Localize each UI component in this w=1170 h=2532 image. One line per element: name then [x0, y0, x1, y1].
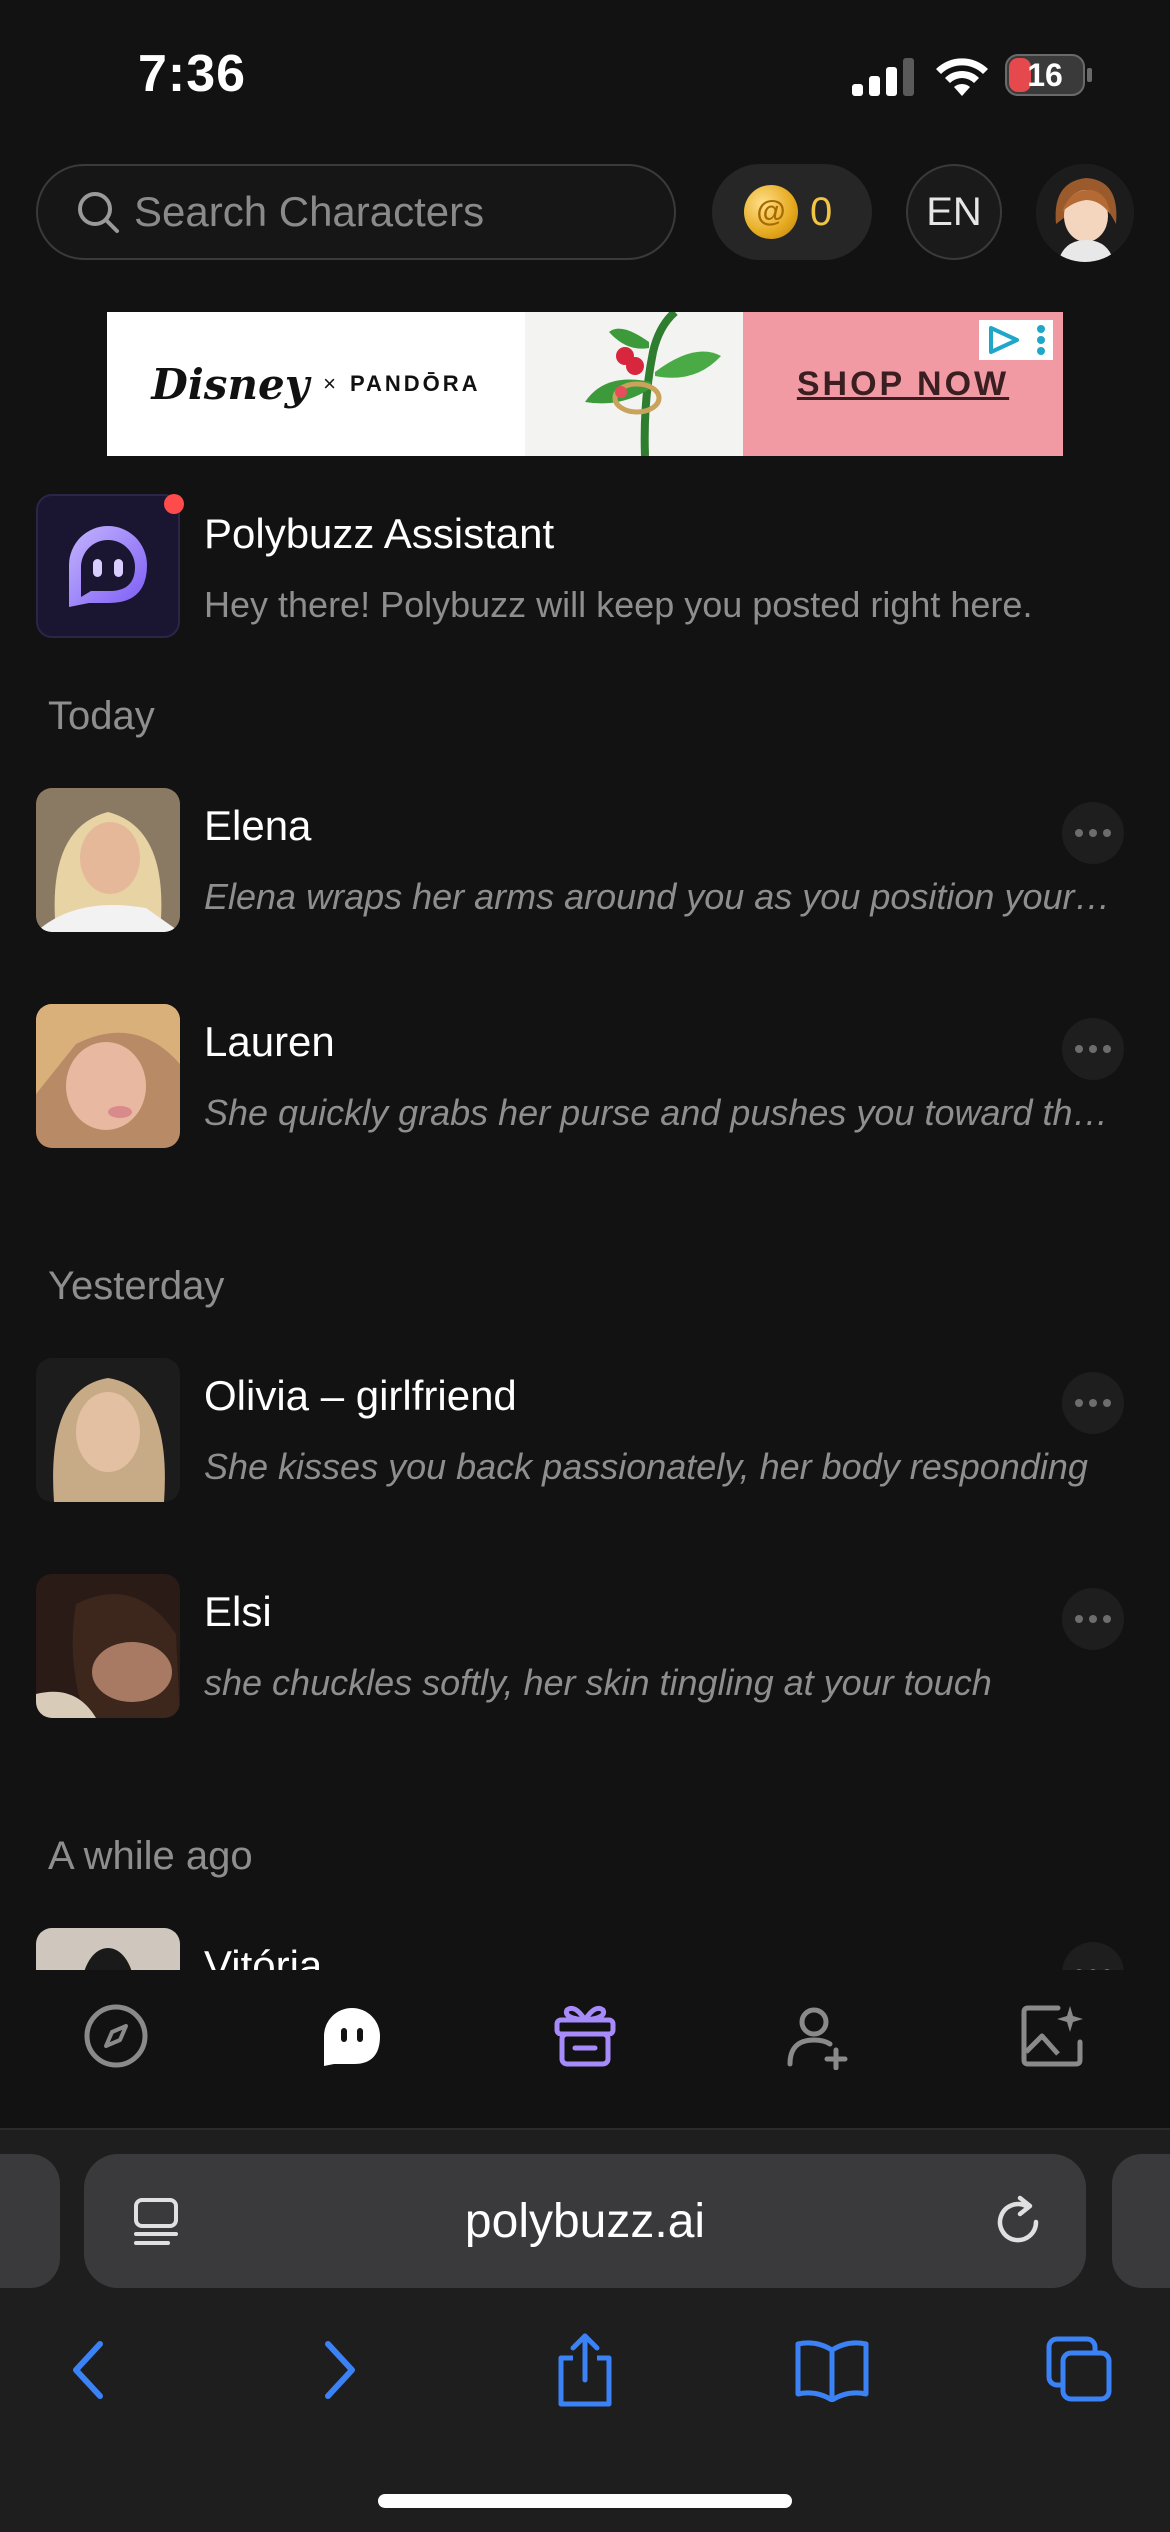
profile-avatar-image	[1036, 164, 1134, 262]
chat-row-vitoria[interactable]: Vitória	[0, 1928, 1170, 1970]
chat-avatar	[36, 788, 180, 932]
ad-shop-now-link[interactable]: SHOP NOW	[797, 365, 1009, 404]
chat-name: Elsi	[204, 1588, 272, 1635]
chat-row-elsi[interactable]: Elsi she chuckles softly, her skin tingl…	[0, 1574, 1170, 1720]
back-button[interactable]	[48, 2330, 128, 2410]
image-sparkle-icon	[1021, 2005, 1083, 2067]
status-bar: 7:36 16	[0, 0, 1170, 150]
tab-create-image[interactable]	[1012, 1996, 1092, 2076]
more-options-icon[interactable]	[1062, 1942, 1124, 1970]
language-button[interactable]: EN	[906, 164, 1002, 260]
chat-row-lauren[interactable]: Lauren She quickly grabs her purse and p…	[0, 1004, 1170, 1150]
assistant-avatar	[36, 494, 180, 638]
battery-level: 16	[1027, 57, 1063, 93]
coin-icon: @	[744, 185, 798, 239]
status-time: 7:36	[138, 45, 247, 103]
ad-cta-area[interactable]: SHOP NOW	[743, 312, 1063, 456]
section-today: Today	[48, 694, 155, 738]
page-menu-icon[interactable]	[132, 2196, 184, 2248]
bottom-tab-bar	[0, 1970, 1170, 2128]
search-icon	[78, 192, 119, 233]
chat-bubble-icon	[324, 2008, 380, 2066]
add-user-icon	[787, 2007, 848, 2070]
gift-icon	[554, 2005, 616, 2067]
home-indicator[interactable]	[378, 2494, 792, 2508]
chat-avatar	[36, 1004, 180, 1148]
next-tab-preview[interactable]	[1112, 2154, 1170, 2288]
share-button[interactable]	[545, 2330, 625, 2410]
coin-balance-button[interactable]: @ 0	[712, 164, 872, 260]
bookmarks-button[interactable]	[792, 2330, 872, 2410]
chat-row-olivia[interactable]: Olivia – girlfriend She kisses you back …	[0, 1358, 1170, 1504]
assistant-name: Polybuzz Assistant	[204, 510, 555, 557]
tabs-button[interactable]	[1040, 2330, 1120, 2410]
assistant-message: Hey there! Polybuzz will keep you posted…	[204, 584, 1033, 625]
tabs-icon	[1046, 2336, 1112, 2402]
chat-name: Lauren	[204, 1018, 335, 1065]
search-placeholder: Search Characters	[134, 188, 485, 235]
compass-icon	[84, 2004, 148, 2068]
chevron-right-icon	[325, 2341, 355, 2399]
tab-explore[interactable]	[76, 1996, 156, 2076]
ad-product-image	[525, 312, 743, 456]
ad-brand-pandora: PANDŌRA	[349, 371, 481, 396]
chat-avatar	[36, 1358, 180, 1502]
ad-choices-icon[interactable]	[979, 320, 1053, 360]
ad-brand-disney: Disney	[151, 359, 310, 409]
coin-count: 0	[810, 189, 833, 234]
profile-avatar[interactable]	[1036, 164, 1134, 262]
search-input[interactable]: Search Characters	[36, 164, 676, 260]
app-screen: 7:36 16 Search Characters @ 0 EN Disney …	[0, 0, 1170, 2532]
section-yesterday: Yesterday	[48, 1264, 225, 1308]
wifi-icon	[936, 58, 988, 96]
unread-dot	[164, 494, 184, 514]
chat-avatar	[36, 1928, 180, 1970]
chat-preview: she chuckles softly, her skin tingling a…	[204, 1662, 992, 1703]
assistant-row[interactable]: Polybuzz Assistant Hey there! Polybuzz w…	[0, 494, 1170, 642]
browser-toolbar: polybuzz.ai	[0, 2128, 1170, 2532]
section-a-while-ago: A while ago	[48, 1834, 253, 1878]
address-bar[interactable]: polybuzz.ai	[84, 2154, 1086, 2288]
more-options-icon[interactable]	[1062, 802, 1124, 864]
chat-name: Olivia – girlfriend	[204, 1372, 517, 1419]
tab-create-character[interactable]	[778, 1996, 858, 2076]
reload-icon[interactable]	[992, 2194, 1046, 2248]
polybuzz-logo-icon	[69, 526, 147, 607]
more-options-icon[interactable]	[1062, 1372, 1124, 1434]
tab-chats[interactable]	[312, 1996, 392, 2076]
book-icon	[795, 2340, 869, 2402]
cellular-signal-icon	[852, 58, 914, 96]
forward-button[interactable]	[300, 2330, 380, 2410]
chevron-left-icon	[73, 2341, 103, 2399]
chat-row-elena[interactable]: Elena Elena wraps her arms around you as…	[0, 788, 1170, 934]
battery-icon: 16	[1005, 54, 1093, 96]
ad-brand-separator: ×	[323, 371, 336, 396]
chat-preview: She quickly grabs her purse and pushes y…	[204, 1092, 1124, 1133]
previous-tab-preview[interactable]	[0, 2154, 60, 2288]
url-text: polybuzz.ai	[464, 2194, 706, 2248]
chat-preview: She kisses you back passionately, her bo…	[204, 1446, 1088, 1487]
tab-gifts[interactable]	[545, 1996, 625, 2076]
ad-logos: Disney × PANDŌRA	[107, 312, 525, 456]
ad-banner[interactable]: Disney × PANDŌRA SHOP NOW	[107, 312, 1063, 456]
share-icon	[558, 2333, 612, 2407]
more-options-icon[interactable]	[1062, 1588, 1124, 1650]
chat-name: Elena	[204, 802, 312, 849]
chat-preview: Elena wraps her arms around you as you p…	[204, 876, 1124, 917]
chat-name: Vitória	[204, 1942, 323, 1970]
more-options-icon[interactable]	[1062, 1018, 1124, 1080]
chat-avatar	[36, 1574, 180, 1718]
